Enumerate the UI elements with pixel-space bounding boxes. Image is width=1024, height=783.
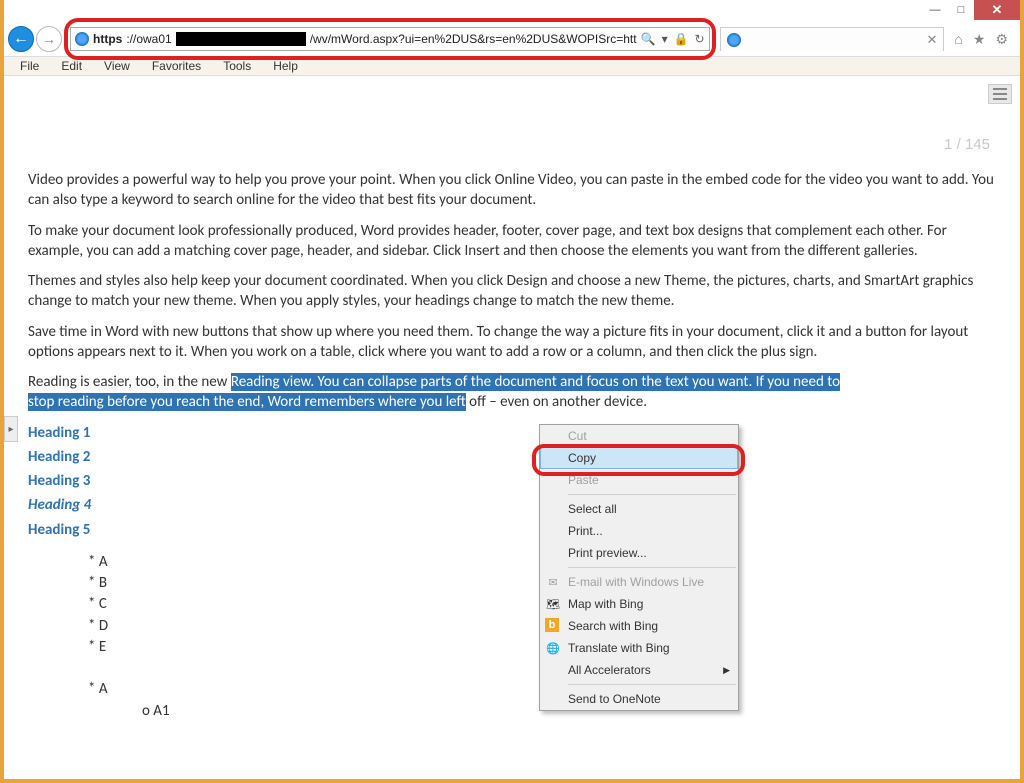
- ctx-translate-bing[interactable]: 🌐 Translate with Bing: [540, 637, 738, 659]
- paragraph: Themes and styles also help keep your do…: [28, 271, 996, 312]
- paragraph-selection: Reading is easier, too, in the new Readi…: [28, 372, 996, 413]
- ctx-send-to-onenote[interactable]: Send to OneNote: [540, 688, 738, 710]
- lock-icon[interactable]: 🔒: [674, 32, 689, 46]
- search-icon[interactable]: 🔍: [641, 32, 656, 46]
- menu-file[interactable]: File: [10, 57, 49, 75]
- heading-2: Heading 2: [28, 447, 996, 467]
- tools-icon[interactable]: ⚙: [995, 31, 1008, 48]
- back-button[interactable]: ←: [8, 26, 34, 52]
- heading-5: Heading 5: [28, 520, 996, 540]
- window-maximize-button[interactable]: □: [948, 0, 974, 20]
- side-expand-button[interactable]: ▸: [4, 416, 18, 442]
- ctx-search-bing[interactable]: b Search with Bing: [540, 615, 738, 637]
- context-menu: Cut Copy Paste Select all Print... Print…: [539, 424, 739, 711]
- map-icon: 🗺: [545, 596, 561, 612]
- menu-edit[interactable]: Edit: [51, 57, 92, 75]
- tab-favicon-icon: [727, 33, 741, 47]
- tab-close-button[interactable]: ✕: [927, 32, 938, 48]
- ctx-print-preview[interactable]: Print preview...: [540, 542, 738, 564]
- ctx-email-windows-live: ✉ E-mail with Windows Live: [540, 571, 738, 593]
- url-host: ://owa01: [126, 32, 171, 46]
- ctx-select-all[interactable]: Select all: [540, 498, 738, 520]
- url-redacted-segment: [176, 32, 306, 46]
- ctx-paste: Paste: [540, 469, 738, 491]
- address-bar[interactable]: https ://owa01 /wv/mWord.aspx?ui=en%2DUS&…: [70, 27, 710, 51]
- menu-view[interactable]: View: [94, 57, 140, 75]
- heading-3: Heading 3: [28, 471, 996, 491]
- ctx-cut: Cut: [540, 425, 738, 447]
- selected-text: stop reading before you reach the end, W…: [28, 393, 466, 411]
- paragraph: Save time in Word with new buttons that …: [28, 322, 996, 363]
- favorites-icon[interactable]: ★: [973, 31, 986, 48]
- home-icon[interactable]: ⌂: [954, 31, 962, 48]
- translate-icon: 🌐: [545, 640, 561, 656]
- browser-tab[interactable]: ✕: [720, 27, 945, 51]
- ctx-map-bing[interactable]: 🗺 Map with Bing: [540, 593, 738, 615]
- heading-4: Heading 4: [28, 495, 996, 515]
- heading-1: Heading 1: [28, 423, 996, 443]
- document-viewport: 1 / 145 ▸ Video provides a powerful way …: [4, 76, 1020, 779]
- ctx-copy[interactable]: Copy: [540, 447, 738, 469]
- selected-text: Reading view. You can collapse parts of …: [231, 373, 840, 391]
- document-body[interactable]: Video provides a powerful way to help yo…: [28, 170, 996, 779]
- window-minimize-button[interactable]: —: [922, 0, 948, 20]
- bing-icon: b: [545, 618, 559, 632]
- refresh-icon[interactable]: ↻: [695, 32, 705, 46]
- paragraph: Video provides a powerful way to help yo…: [28, 170, 996, 211]
- window-titlebar: — □ ✕: [4, 0, 1020, 22]
- paragraph: To make your document look professionall…: [28, 221, 996, 262]
- menu-favorites[interactable]: Favorites: [142, 57, 211, 75]
- url-scheme: https: [93, 32, 122, 46]
- url-path: /wv/mWord.aspx?ui=en%2DUS&rs=en%2DUS&WOP…: [310, 32, 637, 46]
- menu-help[interactable]: Help: [263, 57, 308, 75]
- browser-navbar: ← → https ://owa01 /wv/mWord.aspx?ui=en%2…: [4, 22, 1020, 56]
- ctx-all-accelerators[interactable]: All Accelerators ▶: [540, 659, 738, 681]
- page-counter: 1 / 145: [944, 136, 990, 153]
- browser-menubar[interactable]: File Edit View Favorites Tools Help: [4, 56, 1020, 76]
- mail-icon: ✉: [545, 574, 561, 590]
- ie-icon: [75, 32, 89, 46]
- menu-toggle-button[interactable]: [988, 84, 1012, 104]
- forward-button[interactable]: →: [36, 26, 62, 52]
- ctx-print[interactable]: Print...: [540, 520, 738, 542]
- chevron-right-icon: ▶: [723, 665, 730, 676]
- menu-tools[interactable]: Tools: [213, 57, 261, 75]
- window-close-button[interactable]: ✕: [974, 0, 1020, 20]
